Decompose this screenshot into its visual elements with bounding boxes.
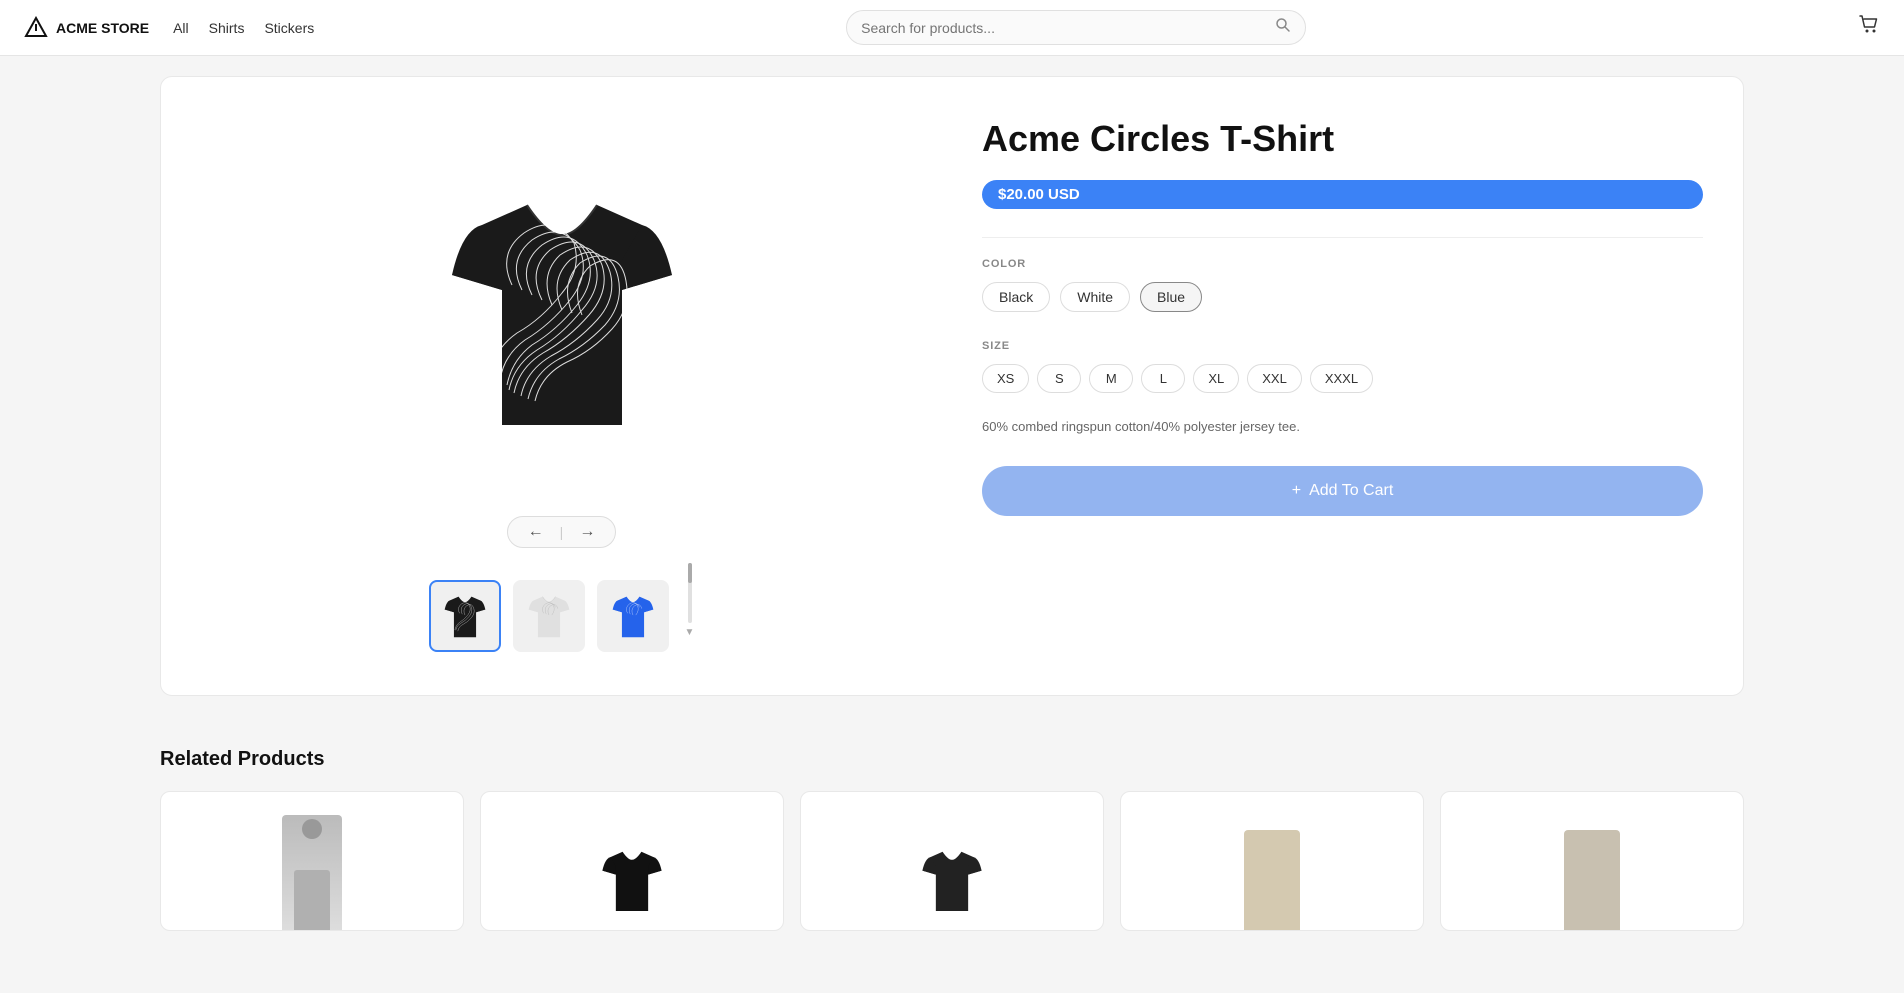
size-s[interactable]: S (1037, 364, 1081, 393)
nav-divider: | (560, 524, 564, 540)
image-navigation: ← | → (507, 516, 617, 548)
nav-item-stickers[interactable]: Stickers (264, 16, 314, 40)
color-white[interactable]: White (1060, 282, 1130, 312)
thumbnail-black[interactable] (429, 580, 501, 652)
main-content: ← | → (0, 56, 1904, 748)
product-card: ← | → (160, 76, 1744, 696)
cart-icon[interactable] (1858, 14, 1880, 41)
thumbnail-list (429, 580, 669, 652)
size-m[interactable]: M (1089, 364, 1133, 393)
size-l[interactable]: L (1141, 364, 1185, 393)
thumbnails-row: ▼ (429, 548, 695, 652)
size-xxxl[interactable]: XXXL (1310, 364, 1373, 393)
scroll-thumb (688, 563, 692, 583)
scroll-down-arrow[interactable]: ▼ (685, 627, 695, 638)
size-xxl[interactable]: XXL (1247, 364, 1302, 393)
search-input[interactable] (861, 20, 1275, 36)
add-to-cart-button[interactable]: + Add To Cart (982, 466, 1703, 516)
product-image-section: ← | → (201, 117, 922, 655)
product-title: Acme Circles T-Shirt (982, 117, 1703, 160)
product-main-image (392, 120, 732, 500)
related-product-2[interactable] (480, 791, 784, 931)
add-to-cart-label: Add To Cart (1309, 482, 1393, 500)
related-product-5[interactable] (1440, 791, 1744, 931)
logo-icon (24, 16, 48, 40)
main-nav: All Shirts Stickers (173, 16, 314, 40)
size-options: XS S M L XL XXL XXXL (982, 364, 1703, 393)
color-black[interactable]: Black (982, 282, 1050, 312)
related-product-4[interactable] (1120, 791, 1424, 931)
product-price: $20.00 USD (982, 180, 1703, 209)
color-blue[interactable]: Blue (1140, 282, 1202, 312)
product-tshirt-svg (432, 165, 692, 455)
search-icon (1275, 17, 1291, 38)
related-product-1[interactable] (160, 791, 464, 931)
header: ACME STORE All Shirts Stickers (0, 0, 1904, 56)
related-products-section: Related Products (0, 748, 1904, 971)
nav-item-shirts[interactable]: Shirts (209, 16, 245, 40)
next-image-button[interactable]: → (575, 523, 599, 541)
nav-item-all[interactable]: All (173, 16, 189, 40)
thumbnail-blue[interactable] (597, 580, 669, 652)
related-products-title: Related Products (160, 748, 1744, 771)
size-xs[interactable]: XS (982, 364, 1029, 393)
plus-icon: + (1292, 482, 1301, 500)
product-description: 60% combed ringspun cotton/40% polyester… (982, 417, 1703, 438)
thumbnail-white[interactable] (513, 580, 585, 652)
search-bar (846, 10, 1306, 45)
prev-image-button[interactable]: ← (524, 523, 548, 541)
logo[interactable]: ACME STORE (24, 16, 149, 40)
size-xl[interactable]: XL (1193, 364, 1239, 393)
related-product-3[interactable] (800, 791, 1104, 931)
size-label: SIZE (982, 340, 1703, 352)
product-info-section: Acme Circles T-Shirt $20.00 USD COLOR Bl… (922, 117, 1703, 655)
brand-name: ACME STORE (56, 20, 149, 36)
color-label: COLOR (982, 258, 1703, 270)
scroll-indicator: ▼ (685, 563, 695, 638)
scroll-track (688, 563, 692, 623)
color-options: Black White Blue (982, 282, 1703, 312)
related-products-grid (160, 791, 1744, 931)
divider-1 (982, 237, 1703, 238)
